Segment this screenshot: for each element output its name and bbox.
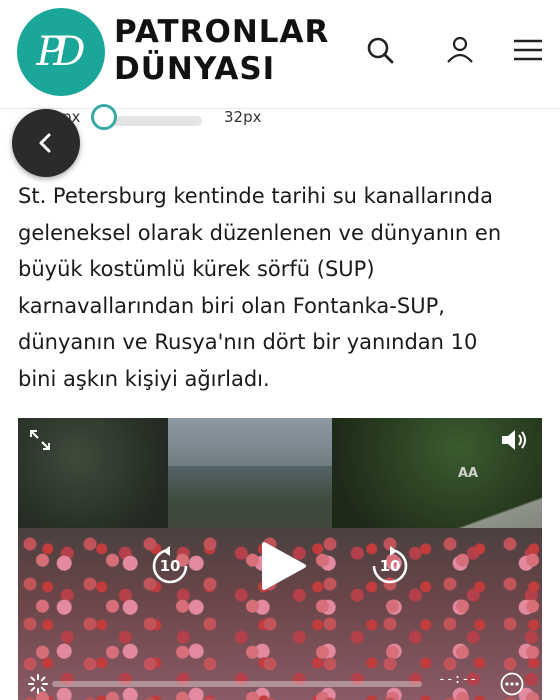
volume-icon[interactable]: [500, 428, 530, 452]
site-logo[interactable]: PD: [17, 8, 105, 96]
article-line: bini aşkın kişiyi ağırladı.: [18, 366, 270, 391]
site-header: PD PATRONLAR DÜNYASI: [0, 0, 560, 109]
brand-line-1: PATRONLAR: [114, 14, 330, 50]
video-progress-bar[interactable]: [52, 681, 422, 687]
video-time-display: --:--: [438, 672, 478, 687]
font-size-control: px 32px: [0, 104, 560, 130]
forward-10-label: 10: [379, 557, 401, 575]
article-line: St. Petersburg kentinde tarihi su kanall…: [18, 184, 494, 208]
brand-line-2: DÜNYASI: [114, 51, 276, 87]
font-size-max-label: 32px: [224, 108, 262, 126]
font-size-slider-thumb[interactable]: [91, 104, 117, 130]
rewind-10-button[interactable]: 10: [150, 546, 190, 586]
logo-initials: PD: [36, 29, 86, 75]
fullscreen-icon[interactable]: [28, 428, 52, 452]
video-player[interactable]: AA 10 10 --:--: [18, 418, 542, 700]
play-icon[interactable]: [254, 538, 310, 594]
forward-10-button[interactable]: 10: [370, 546, 410, 586]
article-line: geleneksel olarak düzenlenen ve dünyanın…: [18, 220, 502, 245]
font-size-slider-track[interactable]: [110, 116, 202, 126]
settings-icon[interactable]: [28, 674, 48, 694]
brand-name[interactable]: PATRONLAR DÜNYASI: [114, 14, 329, 88]
more-icon[interactable]: [500, 672, 524, 696]
search-icon[interactable]: [364, 34, 396, 66]
article-line: dünyanın ve Rusya'nın dört bir yanından …: [18, 330, 478, 354]
article-line: büyük kostümlü kürek sörfü (SUP): [18, 257, 375, 281]
menu-icon[interactable]: [512, 34, 544, 66]
chevron-left-icon: [39, 133, 51, 153]
user-icon[interactable]: [444, 34, 476, 66]
rewind-10-label: 10: [159, 557, 181, 575]
back-button[interactable]: [12, 109, 80, 177]
article-body: St. Petersburg kentinde tarihi su kanall…: [18, 178, 548, 397]
article-line: karnavallarından biri olan Fontanka-SUP,: [18, 293, 445, 318]
video-watermark: AA: [458, 466, 479, 481]
